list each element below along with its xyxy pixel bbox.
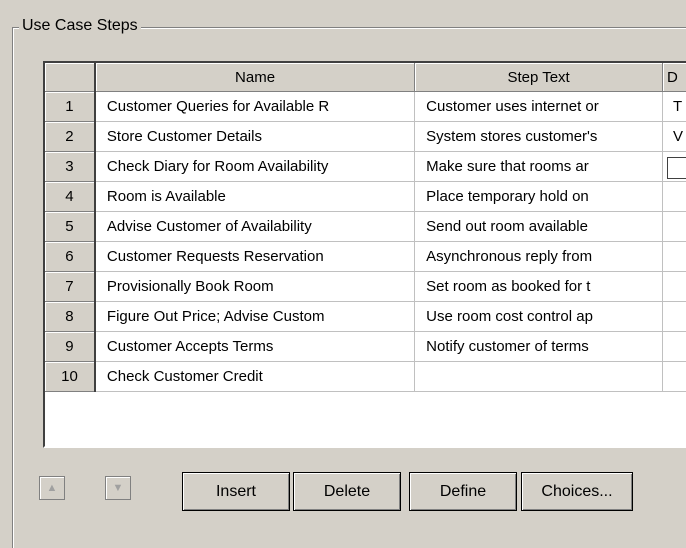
table-row[interactable]: 6Customer Requests ReservationAsynchrono…	[45, 242, 686, 272]
row-number[interactable]: 1	[45, 92, 95, 122]
table-row[interactable]: 9Customer Accepts TermsNotify customer o…	[45, 332, 686, 362]
name-cell[interactable]: Customer Queries for Available R	[95, 92, 415, 122]
delete-button[interactable]: Delete	[293, 472, 401, 511]
name-cell[interactable]: Advise Customer of Availability	[95, 212, 415, 242]
d-cell[interactable]	[663, 362, 686, 392]
d-cell[interactable]	[663, 272, 686, 302]
d-cell[interactable]	[663, 302, 686, 332]
column-header-step-text[interactable]: Step Text	[415, 63, 663, 92]
name-cell[interactable]: Provisionally Book Room	[95, 272, 415, 302]
header-row: Name Step Text D	[45, 63, 686, 92]
name-cell[interactable]: Customer Requests Reservation	[95, 242, 415, 272]
step-text-cell[interactable]: Send out room available	[415, 212, 663, 242]
name-cell[interactable]: Room is Available	[95, 182, 415, 212]
steps-table: Name Step Text D 1Customer Queries for A…	[45, 63, 686, 392]
d-cell[interactable]	[663, 182, 686, 212]
d-cell[interactable]	[663, 152, 686, 182]
table-row[interactable]: 4Room is AvailablePlace temporary hold o…	[45, 182, 686, 212]
name-cell[interactable]: Customer Accepts Terms	[95, 332, 415, 362]
table-row[interactable]: 2Store Customer DetailsSystem stores cus…	[45, 122, 686, 152]
triangle-up-icon: ▲	[47, 483, 58, 494]
name-cell[interactable]: Figure Out Price; Advise Custom	[95, 302, 415, 332]
d-cell[interactable]	[663, 332, 686, 362]
step-text-cell[interactable]: Set room as booked for t	[415, 272, 663, 302]
row-number[interactable]: 5	[45, 212, 95, 242]
row-number[interactable]: 9	[45, 332, 95, 362]
table-row[interactable]: 10Check Customer Credit	[45, 362, 686, 392]
table-row[interactable]: 5Advise Customer of AvailabilitySend out…	[45, 212, 686, 242]
table-row[interactable]: 8Figure Out Price; Advise CustomUse room…	[45, 302, 686, 332]
row-number[interactable]: 2	[45, 122, 95, 152]
table-row[interactable]: 3Check Diary for Room AvailabilityMake s…	[45, 152, 686, 182]
step-text-cell[interactable]: Use room cost control ap	[415, 302, 663, 332]
step-text-cell[interactable]: Make sure that rooms ar	[415, 152, 663, 182]
row-number[interactable]: 7	[45, 272, 95, 302]
move-down-button[interactable]: ▼	[105, 476, 131, 500]
row-number[interactable]: 4	[45, 182, 95, 212]
column-header-d[interactable]: D	[663, 63, 686, 92]
triangle-down-icon: ▼	[113, 483, 124, 494]
row-number[interactable]: 10	[45, 362, 95, 392]
d-cell[interactable]: V	[663, 122, 686, 152]
d-cell[interactable]	[663, 242, 686, 272]
step-text-cell[interactable]: Place temporary hold on	[415, 182, 663, 212]
name-cell[interactable]: Check Diary for Room Availability	[95, 152, 415, 182]
row-number[interactable]: 6	[45, 242, 95, 272]
move-up-button[interactable]: ▲	[39, 476, 65, 500]
step-text-cell[interactable]: Asynchronous reply from	[415, 242, 663, 272]
steps-grid[interactable]: Name Step Text D 1Customer Queries for A…	[43, 61, 686, 448]
table-row[interactable]: 7Provisionally Book RoomSet room as book…	[45, 272, 686, 302]
d-cell[interactable]	[663, 212, 686, 242]
step-text-cell[interactable]: System stores customer's	[415, 122, 663, 152]
corner-header[interactable]	[45, 63, 95, 92]
name-cell[interactable]: Store Customer Details	[95, 122, 415, 152]
column-header-name[interactable]: Name	[95, 63, 415, 92]
step-text-cell[interactable]	[415, 362, 663, 392]
row-number[interactable]: 8	[45, 302, 95, 332]
insert-button[interactable]: Insert	[182, 472, 290, 511]
d-cell[interactable]: T	[663, 92, 686, 122]
step-text-cell[interactable]: Notify customer of terms	[415, 332, 663, 362]
group-title: Use Case Steps	[19, 17, 141, 35]
row-number[interactable]: 3	[45, 152, 95, 182]
cell-editor[interactable]	[667, 157, 686, 179]
table-row[interactable]: 1Customer Queries for Available RCustome…	[45, 92, 686, 122]
define-button[interactable]: Define	[409, 472, 517, 511]
step-text-cell[interactable]: Customer uses internet or	[415, 92, 663, 122]
name-cell[interactable]: Check Customer Credit	[95, 362, 415, 392]
choices-button[interactable]: Choices...	[521, 472, 633, 511]
